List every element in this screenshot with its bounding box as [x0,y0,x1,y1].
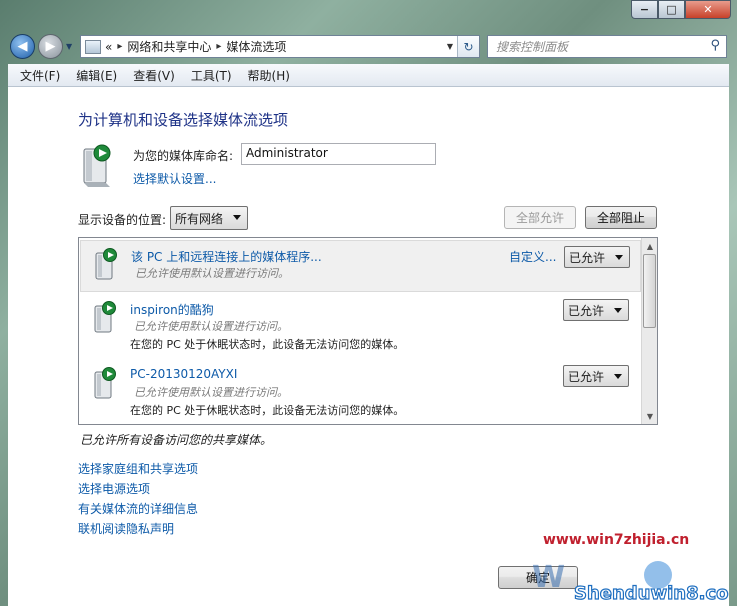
location-value: 所有网络 [175,211,224,226]
content-area: 为计算机和设备选择媒体流选项 为您的媒体库命名: Administrator 选… [8,87,729,606]
search-placeholder: 搜索控制面板 [496,40,569,54]
menu-file[interactable]: 文件(F) [12,67,68,84]
permission-value: 已允许 [569,250,606,265]
permission-select[interactable]: 已允许 [563,299,629,321]
device-name[interactable]: 该 PC 上和远程连接上的媒体程序... [131,248,322,265]
page-title: 为计算机和设备选择媒体流选项 [78,111,289,129]
library-name-input[interactable]: Administrator [241,143,436,165]
close-button[interactable]: ✕ [685,0,731,19]
device-name[interactable]: PC-20130120AYXI [130,367,237,381]
navigation-bar: ◀ ▶ ▼ « ▸ 网络和共享中心 ▸ 媒体流选项 ▼ ↻ 搜索控制面板 ⚲ [0,30,737,64]
address-dropdown-icon[interactable]: ▼ [447,42,453,51]
menu-bar: 文件(F) 编辑(E) 查看(V) 工具(T) 帮助(H) [8,64,729,87]
device-status: 已允许使用默认设置进行访问。 [134,320,288,333]
media-streaming-info-link[interactable]: 有关媒体流的详细信息 [78,499,198,519]
chevron-down-icon [614,308,622,313]
device-row-local-programs[interactable]: 该 PC 上和远程连接上的媒体程序... 已允许使用默认设置进行访问。 自定义.… [80,240,641,292]
allow-all-button[interactable]: 全部允许 [504,206,576,229]
chevron-down-icon [614,374,622,379]
menu-help[interactable]: 帮助(H) [240,67,298,84]
breadcrumb-overflow[interactable]: « [105,40,112,54]
address-bar[interactable]: « ▸ 网络和共享中心 ▸ 媒体流选项 ▼ ↻ [80,35,480,58]
permission-value: 已允许 [568,369,605,384]
history-dropdown-icon[interactable]: ▼ [66,42,72,51]
permission-value: 已允许 [568,303,605,318]
device-sleep-note: 在您的 PC 处于休眠状态时，此设备无法访问您的媒体。 [130,338,405,351]
library-name-label: 为您的媒体库命名: [133,149,234,163]
device-sleep-note: 在您的 PC 处于休眠状态时，此设备无法访问您的媒体。 [130,404,405,417]
title-bar: − □ ✕ [0,0,737,30]
scroll-down-icon[interactable]: ▼ [642,408,657,424]
block-all-button[interactable]: 全部阻止 [585,206,657,229]
device-name[interactable]: inspiron的酷狗 [130,301,214,318]
media-device-icon [94,301,116,333]
minimize-button[interactable]: − [631,0,658,19]
arrow-left-icon: ◀ [17,39,28,54]
permission-select[interactable]: 已允许 [563,365,629,387]
power-options-link[interactable]: 选择电源选项 [78,479,198,499]
search-input[interactable]: 搜索控制面板 ⚲ [487,35,727,58]
related-links: 选择家庭组和共享选项 选择电源选项 有关媒体流的详细信息 联机阅读隐私声明 [78,459,198,539]
media-device-icon [95,248,117,280]
back-button[interactable]: ◀ [10,34,35,59]
menu-tools[interactable]: 工具(T) [183,67,240,84]
maximize-button[interactable]: □ [658,0,685,19]
device-row-pc[interactable]: PC-20130120AYXI 已允许使用默认设置进行访问。 在您的 PC 处于… [80,360,641,422]
window-controls: − □ ✕ [631,0,731,19]
scroll-up-icon[interactable]: ▲ [642,238,657,254]
chevron-down-icon [233,215,241,220]
homegroup-options-link[interactable]: 选择家庭组和共享选项 [78,459,198,479]
chevron-down-icon [615,255,623,260]
media-library-icon [83,144,111,187]
arrow-right-icon: ▶ [45,39,56,54]
location-label: 显示设备的位置: [78,213,167,227]
device-list-scrollbar[interactable]: ▲ ▼ [641,238,657,424]
scroll-thumb[interactable] [643,254,656,328]
svg-text:Shenduwin8.com: Shenduwin8.com [574,583,729,604]
choose-default-settings-link[interactable]: 选择默认设置... [133,170,216,187]
control-panel-icon [85,39,101,54]
location-select[interactable]: 所有网络 [170,206,248,230]
search-icon[interactable]: ⚲ [710,38,720,53]
watermark-url: www.win7zhijia.cn [543,532,690,548]
device-status: 已允许使用默认设置进行访问。 [135,267,289,280]
device-list: 该 PC 上和远程连接上的媒体程序... 已允许使用默认设置进行访问。 自定义.… [78,237,658,425]
permission-select[interactable]: 已允许 [564,246,630,268]
chevron-right-icon[interactable]: ▸ [216,41,221,52]
breadcrumb-media-streaming[interactable]: 媒体流选项 [226,38,286,55]
customize-link[interactable]: 自定义... [509,248,556,265]
chevron-right-icon[interactable]: ▸ [117,41,122,52]
sharing-summary: 已允许所有设备访问您的共享媒体。 [80,433,273,447]
menu-edit[interactable]: 编辑(E) [68,67,125,84]
media-device-icon [94,367,116,399]
forward-button[interactable]: ▶ [38,34,63,59]
refresh-icon: ↻ [463,39,474,54]
menu-view[interactable]: 查看(V) [125,67,183,84]
device-row-inspiron[interactable]: inspiron的酷狗 已允许使用默认设置进行访问。 在您的 PC 处于休眠状态… [80,294,641,356]
privacy-statement-link[interactable]: 联机阅读隐私声明 [78,519,198,539]
watermark-logo: W Shenduwin8.com [532,560,729,605]
breadcrumb-network-center[interactable]: 网络和共享中心 [127,38,211,55]
device-status: 已允许使用默认设置进行访问。 [134,386,288,399]
refresh-button[interactable]: ↻ [457,36,479,57]
svg-text:W: W [532,560,565,595]
